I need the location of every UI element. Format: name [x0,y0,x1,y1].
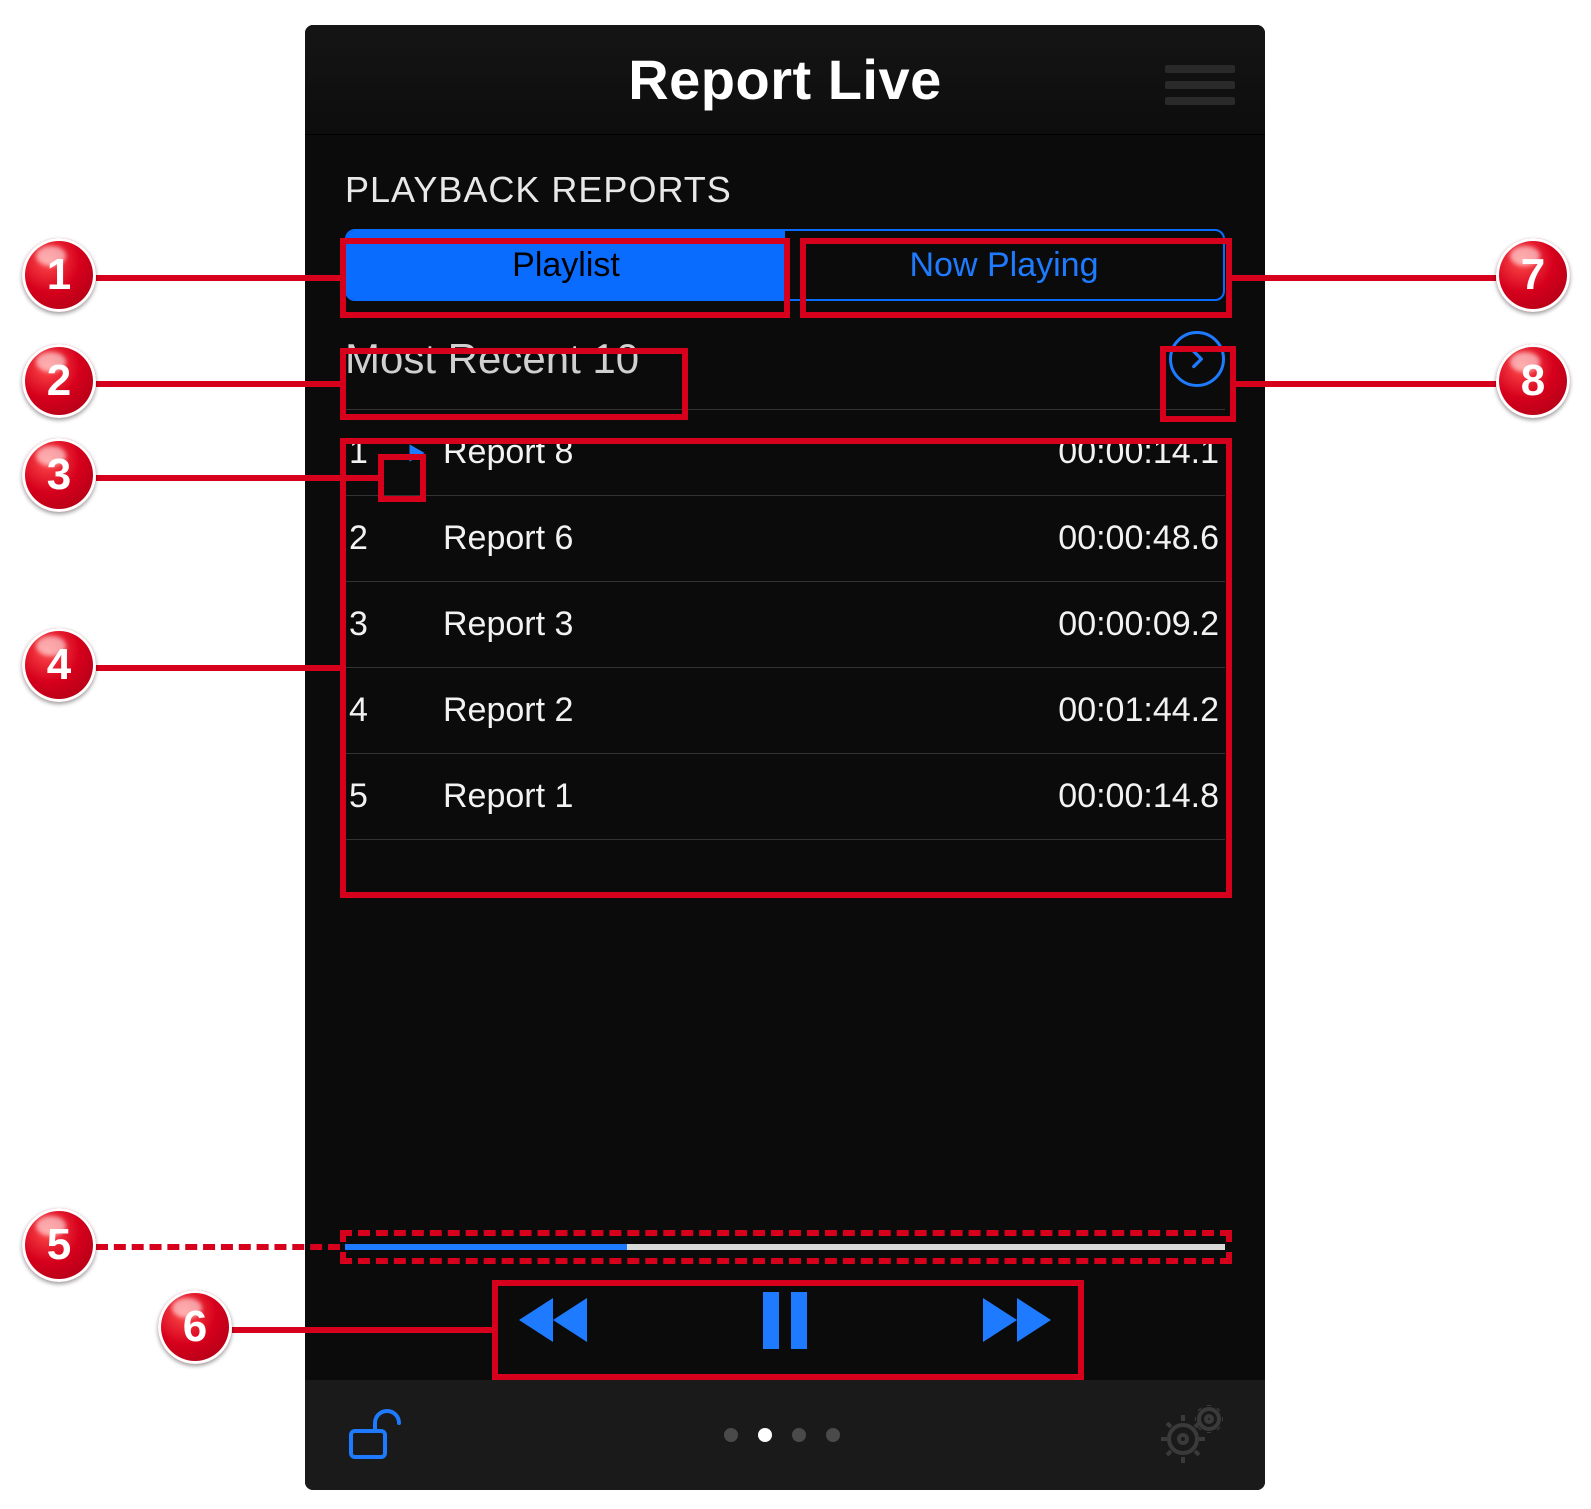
annot-leader-4 [96,665,340,671]
section-label: PLAYBACK REPORTS [305,135,1265,229]
fast-forward-button[interactable] [970,1275,1060,1365]
filter-row: Most Recent 10 [345,329,1225,389]
row-duration: 00:00:14.1 [1058,433,1225,472]
callout-7: 7 [1496,238,1570,312]
callout-2: 2 [22,344,96,418]
playlist-row[interactable]: 5 Report 1 00:00:14.8 [345,754,1225,840]
row-index: 5 [345,777,395,816]
playlist-list: 1 Report 8 00:00:14.1 2 Report 6 00:00:4… [345,409,1225,840]
annot-leader-2 [96,381,340,387]
annot-leader-7 [1232,275,1496,281]
row-name: Report 3 [437,605,1058,644]
page-dots [724,1428,840,1442]
segmented-tabs: Playlist Now Playing [345,229,1225,301]
playlist-row[interactable]: 4 Report 2 00:01:44.2 [345,668,1225,754]
annot-leader-5 [96,1244,340,1250]
progress-bar[interactable] [345,1244,1225,1250]
tab-playlist[interactable]: Playlist [347,231,785,299]
row-index: 1 [345,433,395,472]
chevron-right-circle-icon[interactable] [1169,331,1225,387]
page-dot[interactable] [724,1428,738,1442]
page-dot[interactable] [758,1428,772,1442]
annot-leader-3 [96,475,378,481]
callout-6: 6 [158,1290,232,1364]
annot-leader-1 [96,275,340,281]
page-dot[interactable] [826,1428,840,1442]
lock-open-icon[interactable] [345,1403,405,1468]
annot-leader-6 [232,1327,492,1333]
row-duration: 00:00:09.2 [1058,605,1225,644]
row-name: Report 8 [437,433,1058,472]
callout-3: 3 [22,438,96,512]
annot-leader-8 [1236,381,1496,387]
app-title: Report Live [628,47,942,112]
row-index: 4 [345,691,395,730]
callout-8: 8 [1496,344,1570,418]
title-bar: Report Live [305,25,1265,135]
progress-fill [345,1244,627,1250]
app-panel: Report Live PLAYBACK REPORTS Playlist No… [305,25,1265,1490]
gear-icon[interactable] [1159,1403,1225,1468]
play-icon [395,440,437,466]
bottom-bar [305,1380,1265,1490]
pause-button[interactable] [740,1275,830,1365]
callout-5: 5 [22,1208,96,1282]
row-duration: 00:01:44.2 [1058,691,1225,730]
hamburger-icon[interactable] [1165,65,1235,105]
row-duration: 00:00:14.8 [1058,777,1225,816]
page-dot[interactable] [792,1428,806,1442]
transport-controls [305,1265,1265,1375]
row-name: Report 2 [437,691,1058,730]
tab-now-playing[interactable]: Now Playing [785,231,1223,299]
playlist-row[interactable]: 3 Report 3 00:00:09.2 [345,582,1225,668]
rewind-button[interactable] [510,1275,600,1365]
playlist-row[interactable]: 1 Report 8 00:00:14.1 [345,410,1225,496]
row-name: Report 1 [437,777,1058,816]
playlist-row[interactable]: 2 Report 6 00:00:48.6 [345,496,1225,582]
filter-title: Most Recent 10 [345,335,639,383]
row-index: 2 [345,519,395,558]
callout-4: 4 [22,628,96,702]
row-duration: 00:00:48.6 [1058,519,1225,558]
callout-1: 1 [22,238,96,312]
row-name: Report 6 [437,519,1058,558]
row-index: 3 [345,605,395,644]
